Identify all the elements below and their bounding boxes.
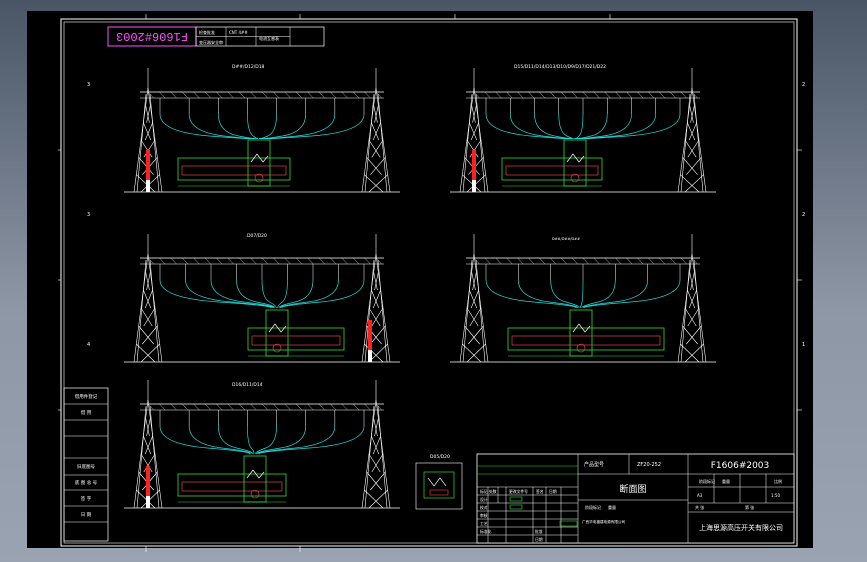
tb-rev-header: 处数 [489,489,497,494]
bushing-post [472,150,476,180]
tb-model-value: ZF20-252 [637,462,661,468]
tb-drawing-number: F1606#2003 [711,461,770,471]
view-label: D15/D11/D14/D13/D10/D9/D17/D21/D22 [514,64,606,70]
tb-rev-header: 标记 [480,489,488,494]
tb-weight-label: 重量 [608,504,616,510]
bushing-post [146,466,150,496]
title-block: 产品型号 ZF20-252 F1606#2003 断面图 阶段标记 重量 阶段标… [476,453,795,544]
tb-date: 日期 [535,537,543,542]
zone-mark: 2 [802,212,805,218]
bushing-post [368,320,372,350]
zone-mark: 4 [87,342,90,348]
left-block-row: 签 字 [81,495,92,502]
stamp-label: 检查批准 [199,29,215,35]
tb-approve: 批准 [535,529,543,534]
bushing-base [368,350,372,362]
tb-company: 上海思源高压开关有限公司 [699,523,783,532]
left-block-row: 借 用 [81,409,91,416]
zone-mark: 3 [87,82,90,88]
tb-model-label: 产品型号 [584,461,604,468]
zone-mark: 2 [802,82,805,88]
tb-sign-row: 校对 [480,505,488,510]
tb-description: 广西华电福建电源有限公司 [582,519,626,524]
left-block-row: 日 期 [81,512,92,518]
tb-sheet: 共 张 [695,504,704,510]
bushing-base [146,180,150,192]
tb-sheet-size: A3 [697,493,703,498]
left-block-row: 借用件登记 [75,393,98,400]
tb-sign-row: 工艺 [480,521,488,526]
bushing-post [146,150,150,180]
left-block-row: 底 图 总 号 [75,479,98,486]
stamp-label: 变压器安全审 [199,39,223,45]
view-label: D##/D12/D18 [232,64,265,70]
view-label: D##/D##/D## [552,237,580,241]
drawing-sheet: 3 3 4 2 2 1 F1606#2003 检查批准 CNT 4## 变压器安… [27,11,813,552]
tb-sign-row: 标准化 [480,529,492,534]
view-label: D07/D20 [247,233,267,239]
tb-col: 重量 [722,478,730,484]
tb-stage-label: 阶段标记 [585,504,601,510]
view-label: D05/D20 [430,454,450,460]
left-block-row: 旧底图号 [77,463,95,470]
mirrored-drawing-number: F1606#2003 [116,29,188,43]
tb-sign-row: 设计 [480,497,488,502]
view-label: D16/D11/D14 [232,382,263,388]
tb-sheet: 第 张 [745,504,754,510]
tb-rev-header: 更改文件号 [509,489,528,494]
zone-mark: 3 [87,212,90,218]
stamp-value: CNT 4## [229,30,248,35]
tb-rev-header: 日期 [549,489,557,494]
bushing-base [472,180,476,192]
tb-drawing-title: 断面图 [619,483,646,495]
cad-viewer-stage: 3 3 4 2 2 1 F1606#2003 检查批准 CNT 4## 变压器安… [0,0,867,562]
tb-rev-header: 签名 [536,489,544,494]
bushing-base [146,496,150,508]
zone-mark: 1 [802,342,805,348]
tb-col: 阶段标记 [699,478,715,484]
stamp-label: 电流互感表 [259,35,279,41]
tb-col: 比例 [774,478,782,484]
tb-scale-value: 1:50 [771,493,780,498]
tb-sign-row: 审核 [480,513,488,518]
